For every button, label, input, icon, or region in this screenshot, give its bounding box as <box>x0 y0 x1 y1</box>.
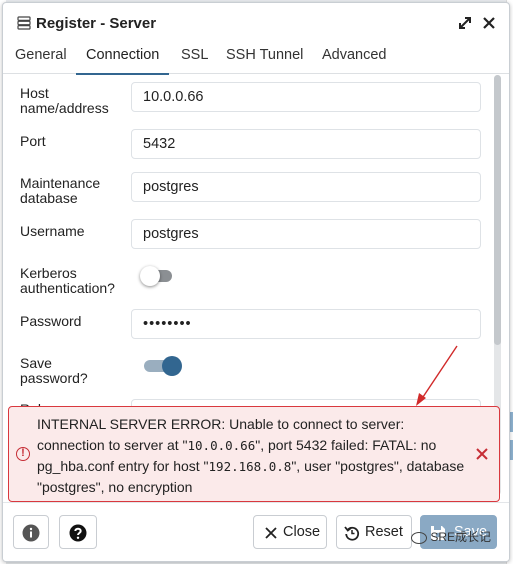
error-icon: ! <box>16 447 30 461</box>
reset-icon <box>344 526 360 541</box>
close-button[interactable]: Close <box>253 515 327 549</box>
maintenance-db-label: Maintenance database <box>20 175 101 206</box>
port-label: Port <box>20 133 46 149</box>
password-input[interactable]: •••••••• <box>131 309 481 339</box>
username-label: Username <box>20 223 85 239</box>
tab-ssl[interactable]: SSL <box>181 47 208 73</box>
port-input[interactable]: 5432 <box>131 129 481 159</box>
username-input[interactable]: postgres <box>131 219 481 249</box>
error-alert: ! INTERNAL SERVER ERROR: Unable to conne… <box>8 406 500 502</box>
maximize-icon[interactable] <box>455 13 475 33</box>
error-close-icon[interactable] <box>473 445 491 463</box>
dialog-title: Register - Server <box>36 15 157 32</box>
info-button[interactable] <box>13 515 49 549</box>
host-label: Host name/address <box>20 85 109 116</box>
server-icon <box>17 16 31 30</box>
dialog-titlebar[interactable]: Register - Server <box>3 3 509 43</box>
help-icon <box>69 524 87 542</box>
tab-advanced[interactable]: Advanced <box>322 47 387 73</box>
close-icon[interactable] <box>479 13 499 33</box>
reset-button[interactable]: Reset <box>336 515 412 549</box>
kerberos-toggle[interactable] <box>140 266 172 286</box>
close-x-icon <box>265 527 277 539</box>
host-input[interactable]: 10.0.0.66 <box>131 82 481 112</box>
tab-bar: General Connection SSL SSH Tunnel Advanc… <box>3 43 509 75</box>
save-password-toggle[interactable] <box>144 356 182 376</box>
maintenance-db-input[interactable]: postgres <box>131 172 481 202</box>
dialog-footer: Close Reset Save SRE成长记 <box>3 502 509 561</box>
save-password-label: Save password? <box>20 355 88 386</box>
info-icon <box>22 524 40 542</box>
kerberos-label: Kerberos authentication? <box>20 265 115 296</box>
wechat-icon <box>411 531 428 544</box>
watermark: SRE成长记 <box>411 528 491 545</box>
tab-connection[interactable]: Connection <box>76 47 170 75</box>
password-label: Password <box>20 313 82 329</box>
error-message: INTERNAL SERVER ERROR: Unable to connect… <box>37 416 465 495</box>
tab-ssh-tunnel[interactable]: SSH Tunnel <box>226 47 303 73</box>
toggle-knob <box>162 356 182 376</box>
toggle-knob <box>140 266 160 286</box>
tab-general[interactable]: General <box>15 47 67 73</box>
help-button[interactable] <box>59 515 97 549</box>
